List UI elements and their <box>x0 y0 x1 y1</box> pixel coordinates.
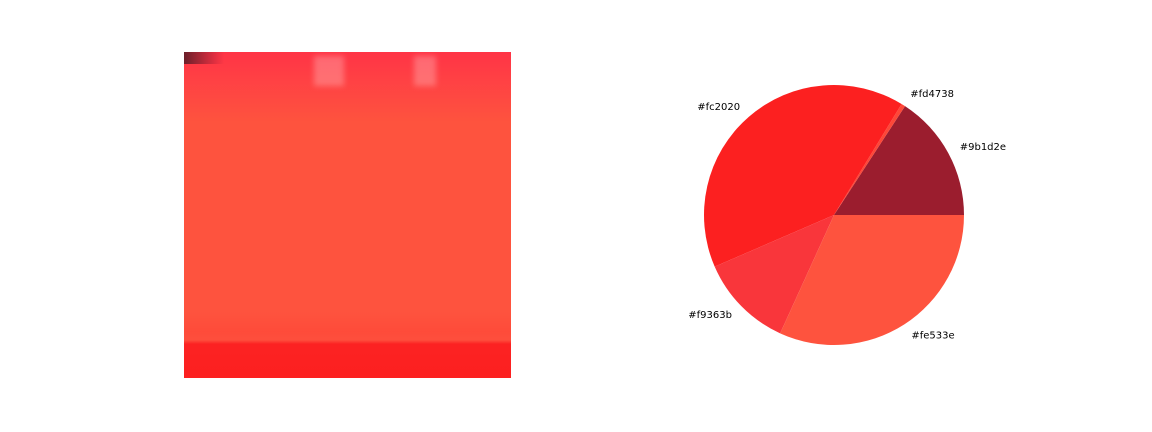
pie-slice-label: #fd4738 <box>910 89 954 100</box>
pie-slice-label: #9b1d2e <box>960 142 1006 153</box>
color-pie-chart: #9b1d2e #fd4738 #fc2020 #f9363b #fe533e <box>688 85 1006 345</box>
figure: #9b1d2e #fd4738 #fc2020 #f9363b #fe533e <box>0 0 1152 432</box>
pie-slices <box>704 85 964 345</box>
pie-slice-label: #fc2020 <box>697 102 740 113</box>
pie-slice-label: #f9363b <box>688 310 732 321</box>
pie-slice-label: #fe533e <box>911 330 954 341</box>
